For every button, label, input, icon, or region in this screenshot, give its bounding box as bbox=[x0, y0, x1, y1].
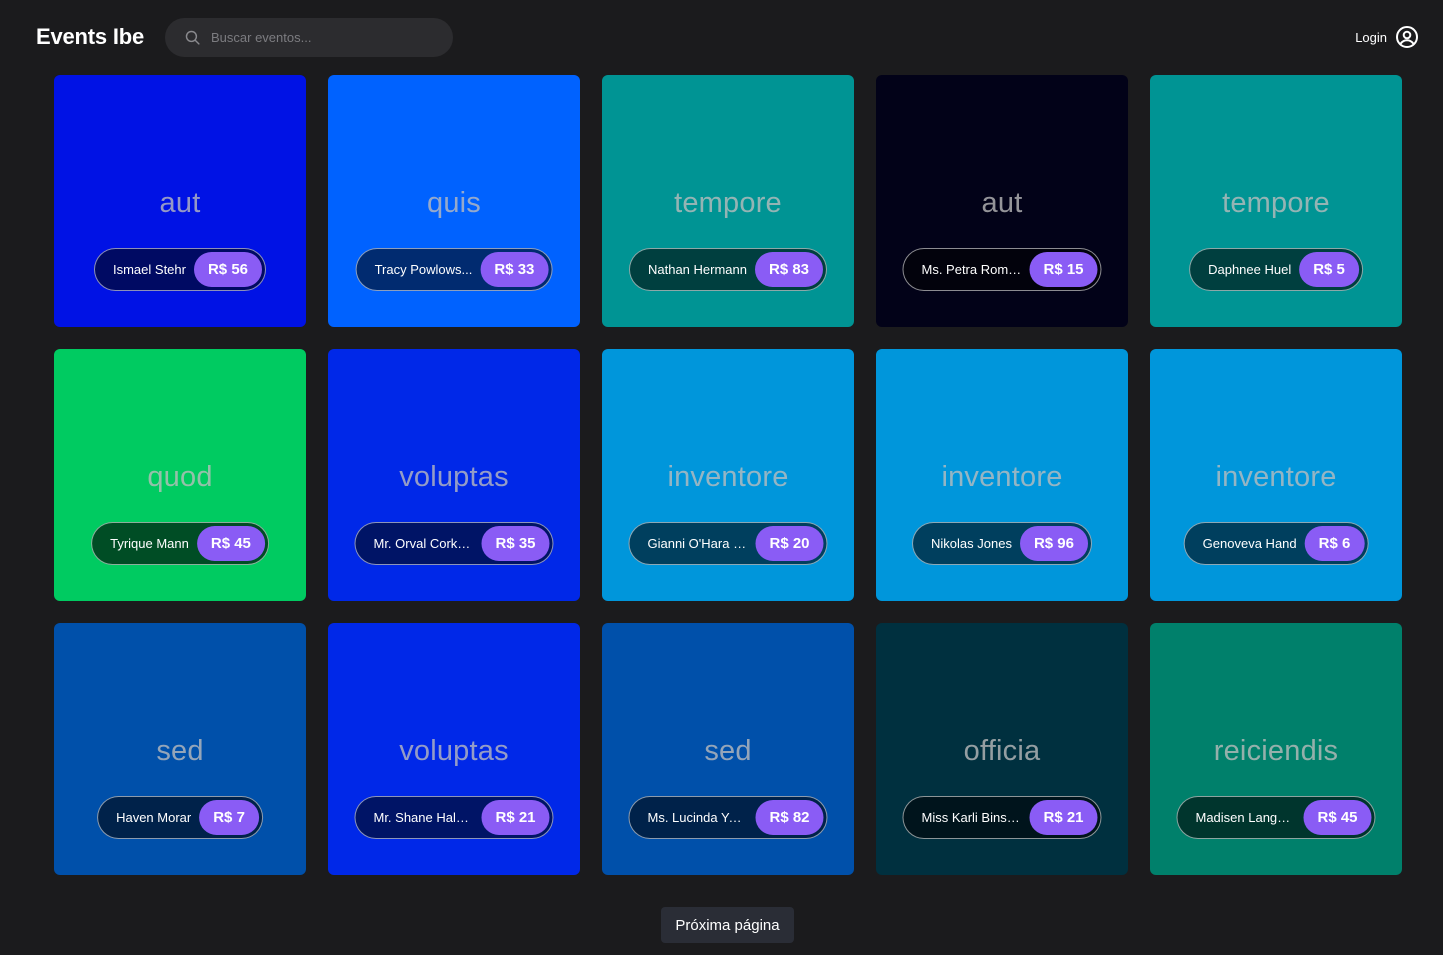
event-organizer: Haven Morar bbox=[116, 810, 192, 825]
event-title: voluptas bbox=[399, 735, 509, 767]
event-card[interactable]: aut Ms. Petra Roma... R$ 15 bbox=[876, 75, 1128, 327]
event-organizer: Genoveva Hand bbox=[1202, 536, 1297, 551]
price-badge: R$ 15 bbox=[1029, 252, 1098, 287]
event-title: aut bbox=[981, 187, 1023, 219]
event-title: inventore bbox=[941, 461, 1063, 493]
event-title: inventore bbox=[1215, 461, 1337, 493]
event-card[interactable]: aut Ismael Stehr R$ 56 bbox=[54, 75, 306, 327]
event-info-pill: Nikolas Jones R$ 96 bbox=[912, 522, 1092, 565]
event-title: tempore bbox=[1222, 187, 1330, 219]
price-badge: R$ 96 bbox=[1019, 526, 1088, 561]
event-info-pill: Tyrique Mann R$ 45 bbox=[91, 522, 269, 565]
event-info-pill: Ismael Stehr R$ 56 bbox=[93, 248, 267, 291]
price-badge: R$ 83 bbox=[754, 252, 824, 287]
search-icon bbox=[185, 30, 200, 45]
event-organizer: Miss Karli Bins Jr. bbox=[921, 810, 1022, 825]
search-box[interactable] bbox=[165, 18, 453, 57]
event-organizer: Ismael Stehr bbox=[112, 262, 186, 277]
event-title: officia bbox=[963, 735, 1041, 767]
event-organizer: Mr. Shane Halvo... bbox=[373, 810, 474, 825]
event-info-pill: Daphnee Huel R$ 5 bbox=[1189, 248, 1363, 291]
event-organizer: Nathan Hermann bbox=[647, 262, 747, 277]
price-badge: R$ 21 bbox=[1029, 800, 1098, 835]
top-bar: Events Ibe Login bbox=[0, 0, 1443, 75]
event-info-pill: Tracy Powlows... R$ 33 bbox=[355, 248, 553, 291]
event-organizer: Tracy Powlows... bbox=[374, 262, 473, 277]
event-card[interactable]: inventore Genoveva Hand R$ 6 bbox=[1150, 349, 1402, 601]
event-card[interactable]: officia Miss Karli Bins Jr. R$ 21 bbox=[876, 623, 1128, 875]
price-badge: R$ 6 bbox=[1304, 526, 1365, 561]
event-organizer: Ms. Lucinda Yos... bbox=[647, 810, 748, 825]
event-info-pill: Ms. Lucinda Yos... R$ 82 bbox=[628, 796, 828, 839]
event-organizer: Mr. Orval Corke... bbox=[373, 536, 474, 551]
price-badge: R$ 35 bbox=[481, 526, 550, 561]
events-grid: aut Ismael Stehr R$ 56 quis Tracy Powlows...… bbox=[54, 75, 1402, 875]
event-title: reiciendis bbox=[1213, 735, 1339, 767]
app-logo[interactable]: Events Ibe bbox=[36, 24, 144, 50]
event-info-pill: Haven Morar R$ 7 bbox=[97, 796, 263, 839]
event-info-pill: Nathan Hermann R$ 83 bbox=[628, 248, 828, 291]
login-label: Login bbox=[1355, 29, 1387, 45]
price-badge: R$ 33 bbox=[480, 252, 549, 287]
event-organizer: Tyrique Mann bbox=[110, 536, 189, 551]
event-card[interactable]: reiciendis Madisen Langw... R$ 45 bbox=[1150, 623, 1402, 875]
event-info-pill: Gianni O'Hara D... R$ 20 bbox=[628, 522, 828, 565]
event-info-pill: Genoveva Hand R$ 6 bbox=[1183, 522, 1369, 565]
event-title: quis bbox=[427, 187, 481, 219]
event-organizer: Daphnee Huel bbox=[1208, 262, 1292, 277]
price-badge: R$ 7 bbox=[199, 800, 259, 835]
user-circle-icon bbox=[1396, 26, 1418, 48]
event-title: voluptas bbox=[399, 461, 509, 493]
event-card[interactable]: voluptas Mr. Orval Corke... R$ 35 bbox=[328, 349, 580, 601]
event-organizer: Madisen Langw... bbox=[1195, 810, 1296, 825]
price-badge: R$ 45 bbox=[196, 526, 265, 561]
event-info-pill: Mr. Shane Halvo... R$ 21 bbox=[354, 796, 554, 839]
event-title: tempore bbox=[674, 187, 782, 219]
event-title: quod bbox=[147, 461, 213, 493]
event-card[interactable]: voluptas Mr. Shane Halvo... R$ 21 bbox=[328, 623, 580, 875]
event-title: sed bbox=[704, 735, 752, 767]
event-organizer: Gianni O'Hara D... bbox=[647, 536, 748, 551]
event-organizer: Nikolas Jones bbox=[931, 536, 1012, 551]
event-title: aut bbox=[159, 187, 201, 219]
event-title: sed bbox=[156, 735, 204, 767]
event-card[interactable]: quis Tracy Powlows... R$ 33 bbox=[328, 75, 580, 327]
price-badge: R$ 21 bbox=[481, 800, 550, 835]
price-badge: R$ 20 bbox=[755, 526, 824, 561]
price-badge: R$ 5 bbox=[1299, 252, 1359, 287]
search-input[interactable] bbox=[211, 18, 441, 57]
event-info-pill: Ms. Petra Roma... R$ 15 bbox=[902, 248, 1102, 291]
login-button[interactable]: Login bbox=[1355, 25, 1419, 49]
event-card[interactable]: sed Haven Morar R$ 7 bbox=[54, 623, 306, 875]
event-card[interactable]: inventore Gianni O'Hara D... R$ 20 bbox=[602, 349, 854, 601]
price-badge: R$ 56 bbox=[193, 252, 263, 287]
event-title: inventore bbox=[667, 461, 789, 493]
event-organizer: Ms. Petra Roma... bbox=[921, 262, 1022, 277]
event-info-pill: Miss Karli Bins Jr. R$ 21 bbox=[902, 796, 1102, 839]
event-card[interactable]: tempore Nathan Hermann R$ 83 bbox=[602, 75, 854, 327]
event-info-pill: Madisen Langw... R$ 45 bbox=[1176, 796, 1376, 839]
price-badge: R$ 82 bbox=[755, 800, 824, 835]
event-card[interactable]: inventore Nikolas Jones R$ 96 bbox=[876, 349, 1128, 601]
event-card[interactable]: sed Ms. Lucinda Yos... R$ 82 bbox=[602, 623, 854, 875]
next-page-button[interactable]: Próxima página bbox=[661, 907, 794, 943]
event-info-pill: Mr. Orval Corke... R$ 35 bbox=[354, 522, 554, 565]
event-card[interactable]: quod Tyrique Mann R$ 45 bbox=[54, 349, 306, 601]
event-card[interactable]: tempore Daphnee Huel R$ 5 bbox=[1150, 75, 1402, 327]
price-badge: R$ 45 bbox=[1303, 800, 1372, 835]
